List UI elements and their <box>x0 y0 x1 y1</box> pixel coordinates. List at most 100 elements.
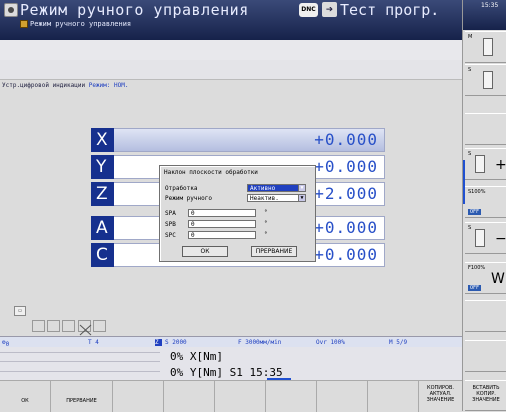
manual-mode-icon <box>4 3 18 17</box>
message-area-2 <box>0 60 462 80</box>
empty-softkey[interactable] <box>317 381 368 412</box>
window-icon[interactable]: ▭ <box>14 306 26 316</box>
spindle-icon <box>475 155 485 173</box>
spc-label: SPC <box>165 232 176 239</box>
spindle-icon <box>475 229 485 247</box>
status-prefix: Устр.цифровой индикации <box>2 82 86 89</box>
empty-slot <box>62 320 75 332</box>
off-badge: OFF <box>468 209 482 215</box>
empty-vkey[interactable] <box>465 300 506 332</box>
paste-copied-softkey[interactable]: ВСТАВИТЬ КОПИР. ЗНАЧЕНИЕ <box>465 380 506 411</box>
spb-input[interactable]: 0 <box>188 220 256 228</box>
empty-slot <box>32 320 45 332</box>
chevron-down-icon[interactable]: ▼ <box>298 194 306 202</box>
axis-value: +0.000 <box>314 218 378 237</box>
empty-vkey[interactable] <box>465 113 506 145</box>
load-y: 0% Y[Nm] S1 15:35 <box>170 366 283 379</box>
spindle-plus-label: S <box>468 151 472 157</box>
cancel-softkey[interactable]: ПРЕРВАНИЕ <box>51 381 113 412</box>
manual-label: Режим ручного <box>165 195 212 202</box>
softkey-bar: ОК ПРЕРВАНИЕ КОПИРОВ. АКТУАЛ. ЗНАЧЕНИЕ <box>0 380 462 412</box>
spindle-minus-label: S <box>468 225 472 231</box>
active-indicator <box>463 160 465 204</box>
axis-value: +0.000 <box>314 157 378 176</box>
empty-vkey[interactable] <box>465 340 506 372</box>
empty-softkey[interactable] <box>368 381 419 412</box>
spindle-override-key[interactable]: S100% OFF <box>465 186 506 218</box>
feed-rate: F 3000мм/мin <box>238 339 282 346</box>
feed-override-label: F100% <box>468 265 486 271</box>
empty-softkey[interactable] <box>164 381 215 412</box>
override: Ovr 100% <box>316 339 345 346</box>
ok-softkey[interactable]: ОК <box>0 381 51 412</box>
spindle-minus-key[interactable]: S − <box>465 222 506 254</box>
header-bar: Режим ручного управления Режим ручного у… <box>0 0 462 40</box>
m-function: M 5/9 <box>389 339 408 346</box>
dialog-title: Наклон плоскости обработки <box>164 169 258 176</box>
m-key-label: M <box>468 34 473 40</box>
empty-slot <box>93 320 106 332</box>
program-arrow-icon: ➔ <box>322 2 337 17</box>
axis-label: X <box>91 128 114 152</box>
mode-subtitle: Режим ручного управления <box>30 20 132 28</box>
divider <box>0 361 160 362</box>
spindle-key[interactable]: S <box>465 64 506 96</box>
position-display-status: Устр.цифровой индикации Режим: НОМ. <box>2 82 128 89</box>
clock: 15:35 <box>463 0 506 30</box>
hand-icon <box>20 20 28 28</box>
spc-unit: ° <box>264 231 268 238</box>
tool-status: ⚙ 0 <box>2 339 10 348</box>
feed-override-key[interactable]: F100% OFF W <box>465 262 506 294</box>
spindle-key-label: S <box>468 67 472 73</box>
chevron-down-icon[interactable]: ▼ <box>298 184 306 192</box>
axis-label: C <box>91 243 114 267</box>
empty-softkey[interactable] <box>215 381 266 412</box>
axis-value: +0.000 <box>314 245 378 264</box>
axis-value: +0.000 <box>314 130 378 149</box>
tool-number: T 4 <box>88 339 99 346</box>
spindle-icon <box>483 71 493 89</box>
copy-actual-softkey[interactable]: КОПИРОВ. АКТУАЛ. ЗНАЧЕНИЕ <box>419 381 462 412</box>
tilt-plane-dialog: Наклон плоскости обработки Отработка Акт… <box>159 165 316 262</box>
ok-button[interactable]: ОК <box>182 246 228 257</box>
cross-box-icon <box>78 320 92 336</box>
manual-select-value: Неактив. <box>250 195 279 202</box>
empty-slot <box>47 320 60 332</box>
spb-unit: ° <box>264 220 268 227</box>
plus-icon: + <box>495 157 506 173</box>
divider <box>0 371 160 372</box>
minus-icon: − <box>495 231 506 247</box>
spa-input[interactable]: 0 <box>188 209 256 217</box>
manual-select[interactable]: Неактив. ▼ <box>247 194 306 202</box>
spindle-plus-key[interactable]: S + <box>465 148 506 180</box>
divider <box>0 352 160 353</box>
spc-input[interactable]: 0 <box>188 231 256 239</box>
feed-icon: W <box>491 271 505 287</box>
empty-softkey[interactable] <box>113 381 164 412</box>
main-screen: Режим ручного управления Режим ручного у… <box>0 0 462 412</box>
axis-row-x: X +0.000 <box>91 128 385 152</box>
load-x: 0% X[Nm] <box>170 350 223 363</box>
spa-label: SPA <box>165 210 176 217</box>
off-badge: OFF <box>468 285 482 291</box>
vertical-softkeys: 15:35 M S S + S100% OFF S − F100% OFF W ВСТАВ… <box>462 0 506 411</box>
work-select[interactable]: Активно ▼ <box>247 184 306 192</box>
empty-softkey[interactable] <box>266 381 317 412</box>
work-label: Отработка <box>165 185 198 192</box>
axis-label: Z <box>91 182 114 206</box>
cancel-button[interactable]: ПРЕРВАНИЕ <box>251 246 297 257</box>
status-bar: ⚙ 0 T 4 Z S 2000 F 3000мм/мin Ovr 100% M … <box>0 336 462 348</box>
program-mode-title: Тест прогр. <box>340 1 440 19</box>
z-icon: Z <box>155 339 162 346</box>
spindle-speed: S 2000 <box>165 339 187 346</box>
message-area <box>0 40 462 60</box>
spindle-override-label: S100% <box>468 189 486 195</box>
axis-value: +2.000 <box>314 184 378 203</box>
spa-unit: ° <box>264 209 268 216</box>
m-function-key[interactable]: M <box>465 31 506 63</box>
status-mode: Режим: НОМ. <box>88 82 129 89</box>
axis-label: A <box>91 216 114 240</box>
work-select-value: Активно <box>250 185 276 192</box>
axis-label: Y <box>91 155 114 179</box>
dnc-icon: DNC <box>299 3 318 17</box>
